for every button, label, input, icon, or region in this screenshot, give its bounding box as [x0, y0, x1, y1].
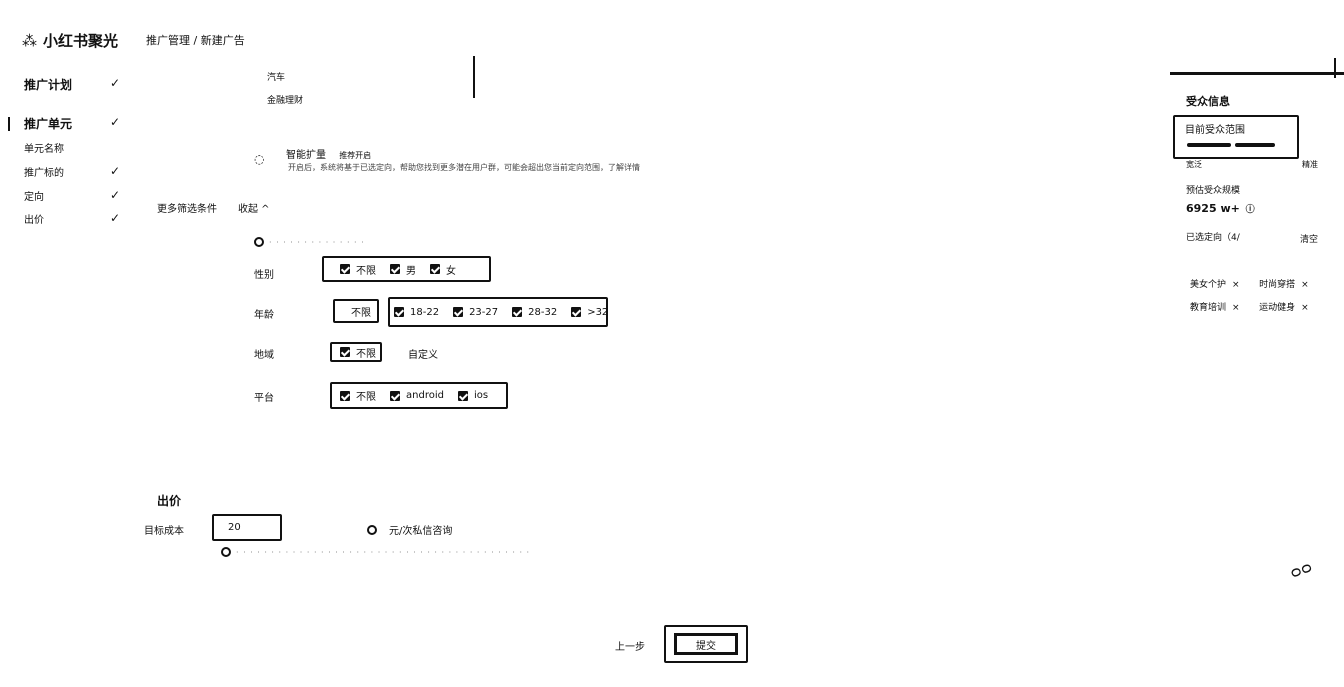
clear-button[interactable]: 清空 [1300, 232, 1318, 245]
page-scrollbar[interactable] [1334, 58, 1336, 78]
age-option[interactable]: 28-32 [512, 307, 557, 318]
audience-scope-label: 目前受众范围 [1185, 125, 1245, 136]
sidebar-item-unit[interactable]: 推广单元 ✓ [24, 115, 120, 132]
list-item[interactable]: 汽车 [267, 70, 285, 83]
smart-expand-desc: 开启后，系统将基于已选定向，帮助您找到更多潜在用户群，可能会超出您当前定向范围，… [288, 163, 640, 172]
filter-hint: · · · · · · · · · · · · · · [254, 237, 365, 247]
platform-label: 平台 [254, 393, 274, 404]
brand: ⁂ 小红书聚光 [22, 30, 118, 51]
checkbox-icon [390, 390, 400, 401]
info-icon [254, 237, 264, 247]
age-option[interactable]: >32 [571, 307, 608, 318]
gender-label: 性别 [254, 270, 274, 281]
radio-icon [367, 524, 377, 535]
checkbox-icon [430, 264, 440, 274]
platform-option-android[interactable]: android [390, 390, 444, 401]
audience-scope-bar [1235, 143, 1275, 147]
list-scrollbar[interactable] [473, 56, 475, 98]
checkbox-icon [394, 307, 404, 317]
region-label: 地域 [254, 350, 274, 361]
targeting-tag[interactable]: 教育培训 × [1190, 297, 1240, 319]
region-custom[interactable]: 自定义 [408, 346, 438, 361]
check-icon: ✓ [109, 211, 120, 225]
submit-button-outer[interactable]: 提交 [664, 625, 748, 663]
gender-option-female[interactable]: 女 [430, 262, 456, 277]
age-option[interactable]: 23-27 [453, 307, 498, 318]
sidebar-active-indicator [8, 117, 10, 131]
selected-targeting-label: 已选定向（4/ [1186, 233, 1240, 243]
checkbox-icon [453, 307, 464, 317]
checkbox-icon [340, 390, 350, 401]
scope-right-label: 精准 [1302, 160, 1318, 169]
bid-section-title: 出价 [157, 494, 182, 508]
targeting-tag[interactable]: 美女个护 × [1190, 274, 1240, 296]
audience-scope-bar [1187, 143, 1231, 147]
gender-option-male[interactable]: 男 [390, 262, 416, 277]
sidebar-item-targeting[interactable]: 定向 ✓ [24, 188, 120, 203]
region-unlimited[interactable]: 不限 [330, 342, 382, 362]
audience-title: 受众信息 [1186, 95, 1230, 108]
checkbox-icon [512, 307, 523, 317]
audience-scope-box: 目前受众范围 [1173, 115, 1299, 159]
gender-option-unlimited[interactable]: 不限 [340, 262, 376, 277]
age-unlimited-button[interactable]: 不限 [333, 299, 379, 323]
target-cost-input[interactable]: 20 [212, 514, 282, 541]
checkbox-icon [571, 307, 582, 317]
age-options: 18-22 23-27 28-32 >32 [388, 297, 608, 327]
checkbox-icon [390, 264, 400, 274]
audience-panel: 受众信息 目前受众范围 宽泛 精准 预估受众规模 6925 w+ ⓘ 已选定向（… [1170, 72, 1344, 687]
brand-name: 小红书聚光 [43, 32, 119, 50]
close-icon[interactable]: × [1301, 274, 1309, 296]
selected-tags: 美女个护 × 时尚穿搭 × 教育培训 × 运动健身 × [1190, 273, 1340, 319]
sparkle-icon: ⁂ [22, 31, 37, 50]
check-icon: ✓ [109, 115, 120, 129]
info-icon[interactable]: ⓘ [1246, 205, 1255, 215]
platform-options: 不限 android ios [330, 382, 508, 409]
sidebar-item-target-object[interactable]: 推广标的 ✓ [24, 164, 120, 179]
bid-hint: · · · · · · · · · · · · · · · · · · · · … [221, 547, 530, 557]
age-label: 年龄 [254, 310, 274, 321]
targeting-tag[interactable]: 时尚穿搭 × [1259, 274, 1309, 296]
submit-button[interactable]: 提交 [674, 633, 738, 655]
sidebar-item-plan[interactable]: 推广计划 ✓ [24, 76, 120, 93]
smart-expand-label: 智能扩量 推荐开启 [286, 150, 372, 161]
bid-unit: 元/次私信咨询 [367, 522, 452, 537]
industry-list[interactable]: 汽车 金融理财 [265, 50, 480, 106]
collapse-toggle[interactable]: 收起 ^ [238, 200, 270, 215]
close-icon[interactable]: × [1232, 297, 1240, 319]
targeting-tag[interactable]: 运动健身 × [1259, 297, 1309, 319]
checkbox-icon [340, 347, 350, 357]
gender-options: 不限 男 女 [322, 256, 491, 282]
target-cost-label: 目标成本 [144, 526, 184, 537]
check-icon: ✓ [109, 188, 120, 202]
scope-left-label: 宽泛 [1186, 160, 1202, 169]
smart-expand-toggle-icon[interactable]: ◌ [254, 152, 264, 166]
estimate-label: 预估受众规模 [1186, 186, 1241, 196]
list-item[interactable]: 金融理财 [267, 93, 303, 106]
sidebar-item-unit-name[interactable]: 单元名称 [24, 140, 120, 155]
checkbox-icon [340, 264, 350, 274]
close-icon[interactable]: × [1232, 274, 1240, 296]
breadcrumb[interactable]: 推广管理 / 新建广告 [146, 32, 245, 48]
info-icon [221, 547, 231, 557]
sidebar-item-bid[interactable]: 出价 ✓ [24, 211, 120, 226]
check-icon: ✓ [109, 76, 120, 90]
more-filters-label: 更多筛选条件 [157, 204, 217, 215]
close-icon[interactable]: × [1301, 297, 1309, 319]
check-icon: ✓ [109, 164, 120, 178]
estimate-value: 6925 w+ ⓘ [1186, 202, 1255, 215]
platform-option-ios[interactable]: ios [457, 390, 488, 401]
checkbox-icon [457, 390, 468, 401]
recommend-tag: 推荐开启 [339, 151, 372, 160]
prev-step-button[interactable]: 上一步 [615, 638, 645, 653]
age-option[interactable]: 18-22 [394, 307, 439, 318]
platform-option-unlimited[interactable]: 不限 [340, 388, 376, 403]
